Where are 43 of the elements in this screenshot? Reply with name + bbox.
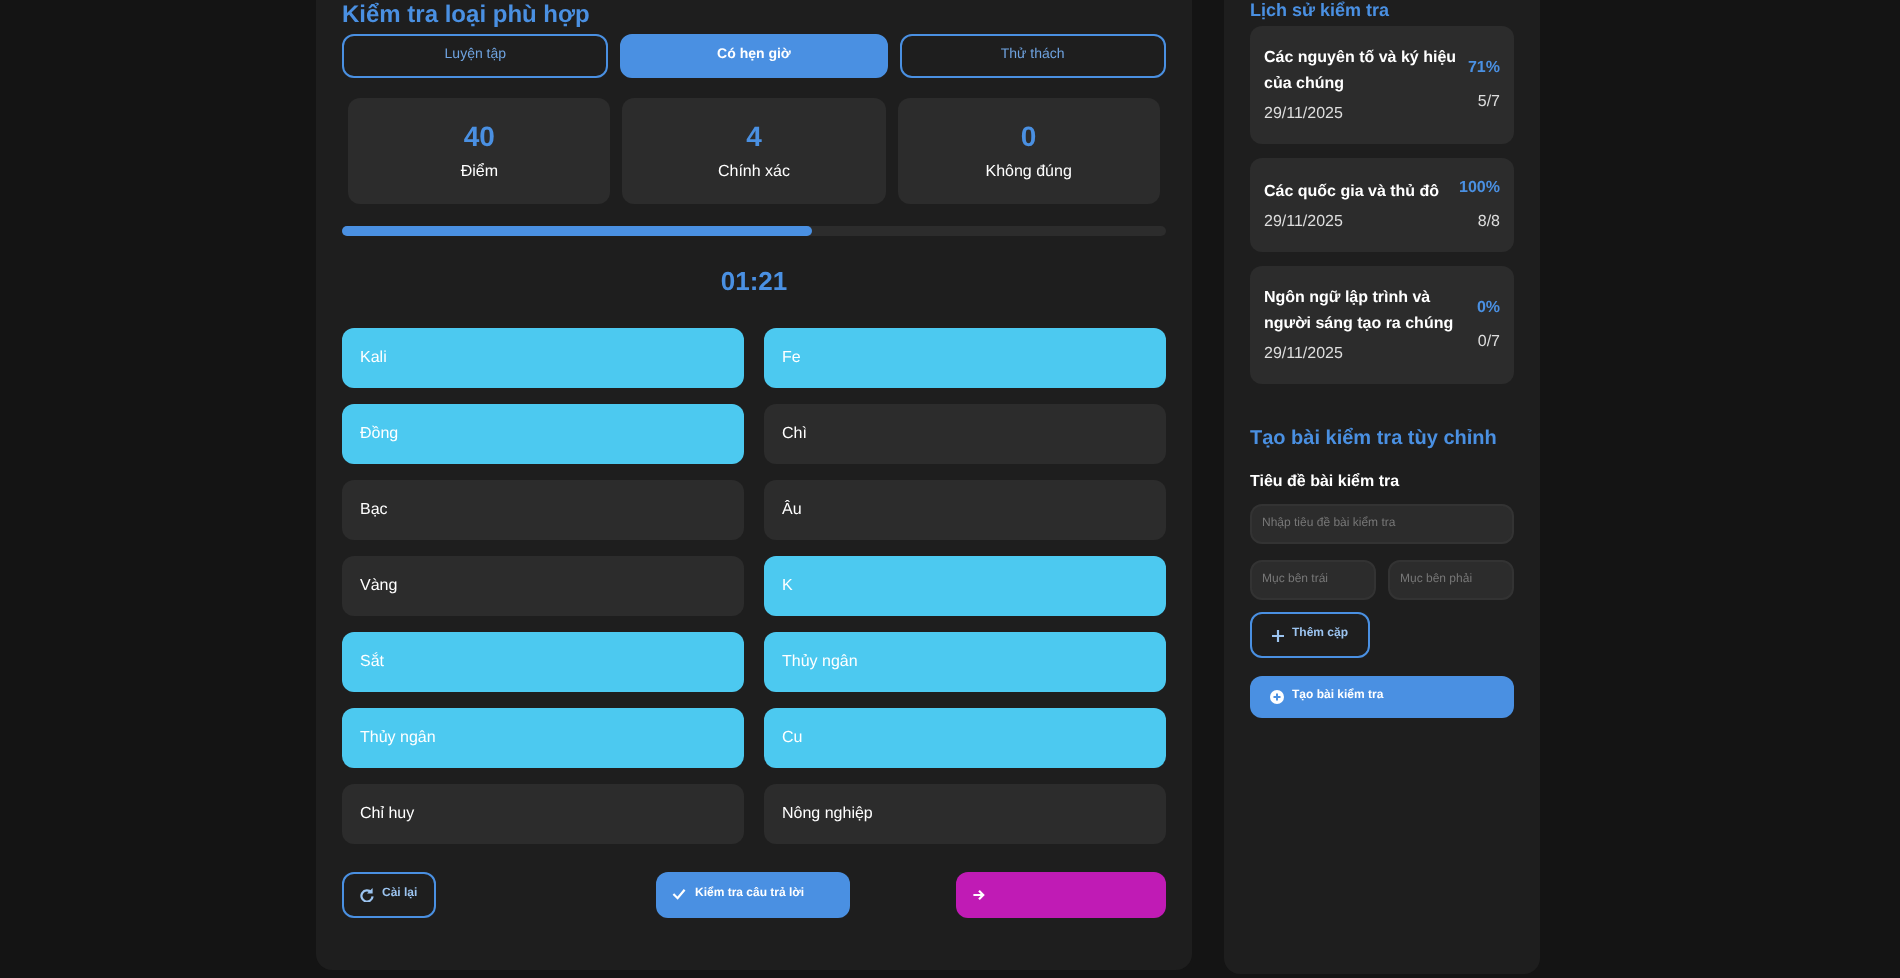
match-item[interactable]: K <box>764 555 1166 615</box>
history-percent: 0% <box>1476 296 1500 320</box>
match-item[interactable]: Thủy ngân <box>342 707 744 767</box>
match-item[interactable]: Chỉ huy <box>342 783 744 843</box>
match-item[interactable]: Fe <box>764 327 1166 387</box>
match-item[interactable]: Kali <box>342 327 744 387</box>
stat-value: 4 <box>746 119 762 151</box>
history-date: 29/11/2025 <box>1264 342 1345 366</box>
match-item[interactable]: Sắt <box>342 631 744 691</box>
section-title: Tạo bài kiểm tra tùy chỉnh <box>1250 425 1497 454</box>
timer: 01:21 <box>720 264 788 300</box>
match-item[interactable]: Thủy ngân <box>764 631 1166 691</box>
quiz-title: Kiểm tra loại phù hợp <box>342 0 590 28</box>
match-item[interactable]: Âu <box>764 479 1166 539</box>
stat-label: Điểm <box>460 159 498 183</box>
history-score: 0/7 <box>1477 330 1500 354</box>
history-title: Lịch sử kiểm tra <box>1250 0 1390 22</box>
action-button[interactable] <box>955 871 1166 917</box>
match-item[interactable]: Cu <box>764 707 1166 767</box>
history-date: 29/11/2025 <box>1264 102 1345 126</box>
history-title: Ngôn ngữ lập trình và người sáng tạo ra chúng <box>1264 286 1456 336</box>
arrow-icon <box>971 887 986 901</box>
history-date: 29/11/2025 <box>1264 209 1345 233</box>
stat-label: Không đúng <box>985 159 1072 183</box>
history-title: Các nguyên tố và ký hiệu của chúng <box>1264 46 1459 96</box>
plus-icon <box>1272 629 1284 641</box>
match-item[interactable]: Nông nghiệp <box>764 783 1166 843</box>
field-label: Tiêu đề bài kiểm tra <box>1250 470 1400 494</box>
stat-value: 0 <box>1020 119 1037 151</box>
refresh-icon <box>360 887 374 901</box>
match-item[interactable]: Bạc <box>342 479 744 539</box>
history-title: Các quốc gia và thủ đô <box>1264 179 1442 203</box>
match-item[interactable]: Đồng <box>342 403 744 463</box>
stat-label: Chính xác <box>717 159 790 183</box>
plus-circle-icon <box>1270 690 1284 704</box>
history-score: 8/8 <box>1477 210 1500 234</box>
check-icon <box>672 888 687 900</box>
match-item[interactable]: Chì <box>764 403 1166 463</box>
history-percent: 71% <box>1467 56 1500 80</box>
stat-value: 40 <box>463 119 495 151</box>
match-item[interactable]: Vàng <box>342 555 744 615</box>
history-percent: 100% <box>1459 176 1500 200</box>
history-score: 5/7 <box>1477 90 1500 114</box>
